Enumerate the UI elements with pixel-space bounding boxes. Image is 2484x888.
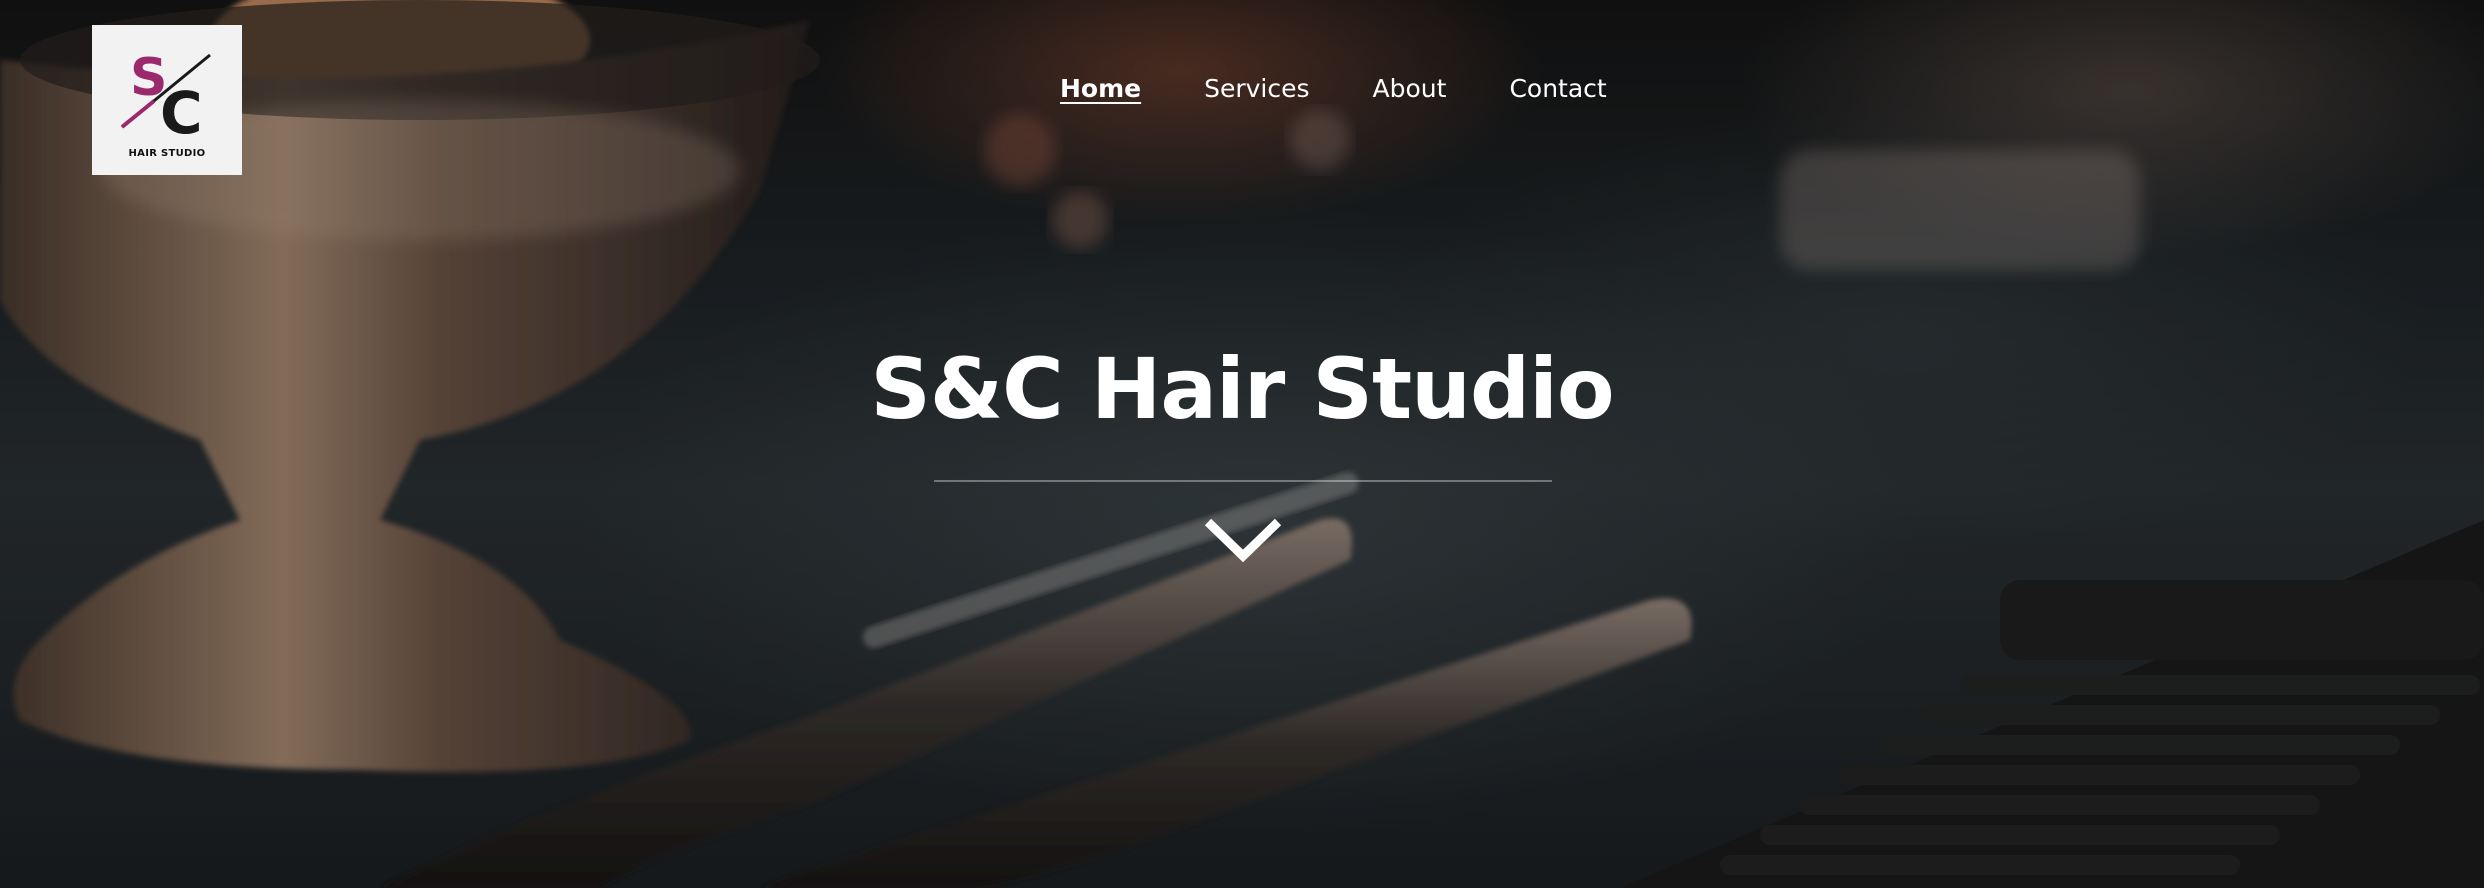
- background-image: [0, 0, 2484, 888]
- nav-link-services[interactable]: Services: [1204, 72, 1309, 112]
- brand-logo[interactable]: S C HAIR STUDIO: [92, 25, 242, 175]
- nav-link-home[interactable]: Home: [1060, 72, 1141, 112]
- logo-subtitle: HAIR STUDIO: [128, 148, 206, 159]
- main-nav: Home Services About Contact: [1060, 72, 1670, 112]
- hero-title: S&C Hair Studio: [870, 340, 1614, 438]
- chevron-down-icon[interactable]: [1202, 512, 1284, 568]
- hero-divider: [934, 480, 1552, 482]
- hero-section: S C HAIR STUDIO Home Services About Cont…: [0, 0, 2484, 888]
- nav-link-about[interactable]: About: [1373, 72, 1447, 112]
- nav-link-contact[interactable]: Contact: [1509, 72, 1606, 112]
